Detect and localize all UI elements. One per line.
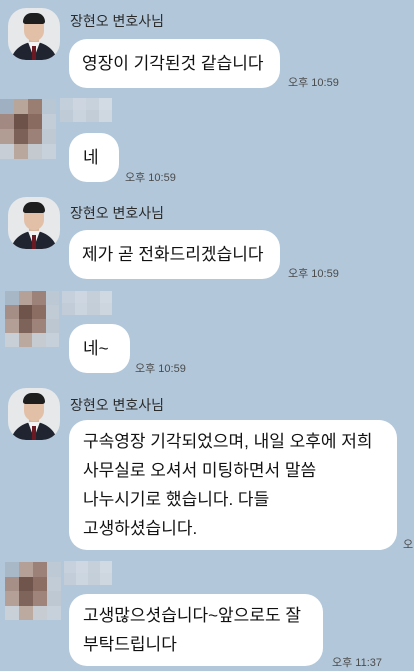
blurred-avatar[interactable]	[0, 99, 56, 159]
message-bubble[interactable]: 네~	[69, 324, 130, 373]
message-line: 고생많으셧습니다~앞으로도 잘	[83, 606, 301, 625]
message-text: 네~	[83, 339, 109, 358]
message-bubble[interactable]: 영장이 기각된것 같습니다	[69, 39, 280, 88]
message-bubble[interactable]: 제가 곧 전화드리겠습니다	[69, 230, 280, 279]
message-text: 네	[83, 148, 99, 167]
message-line: 사무실로 오셔서 미팅하면서 말씀	[83, 461, 317, 480]
blurred-avatar[interactable]	[5, 562, 61, 620]
sender-name: 장현오 변호사님	[70, 13, 165, 29]
lawyer-avatar[interactable]	[8, 388, 60, 440]
message-line: 부탁드립니다	[83, 635, 177, 654]
sender-name: 장현오 변호사님	[70, 205, 165, 221]
message-time: 오후 11:37	[332, 657, 383, 669]
message-bubble[interactable]: 고생많으셧습니다~앞으로도 잘 부탁드립니다	[69, 594, 323, 666]
message-line: 구속영장 기각되었으며, 내일 오후에 저희	[83, 432, 373, 451]
message-bubble[interactable]: 구속영장 기각되었으며, 내일 오후에 저희 사무실로 오셔서 미팅하면서 말씀…	[69, 420, 397, 550]
blurred-name	[64, 561, 112, 585]
message-time: 오후 10:59	[288, 268, 339, 280]
message-text: 영장이 기각된것 같습니다	[82, 54, 264, 73]
message-time: 오후 10:59	[125, 172, 176, 184]
blurred-name	[62, 291, 112, 315]
message-text: 제가 곧 전화드리겠습니다	[82, 245, 264, 264]
message-line: 고생하셨습니다.	[83, 519, 198, 538]
blurred-name	[60, 98, 112, 122]
message-time: 오후 10:59	[288, 77, 339, 89]
message-line: 나누시기로 했습니다. 다들	[83, 490, 270, 509]
message-bubble[interactable]: 네	[69, 133, 119, 182]
lawyer-avatar[interactable]	[8, 8, 60, 60]
blurred-avatar[interactable]	[5, 291, 59, 347]
sender-name: 장현오 변호사님	[70, 397, 165, 413]
lawyer-avatar[interactable]	[8, 197, 60, 249]
message-time: 오	[403, 539, 414, 551]
message-time: 오후 10:59	[135, 363, 186, 375]
